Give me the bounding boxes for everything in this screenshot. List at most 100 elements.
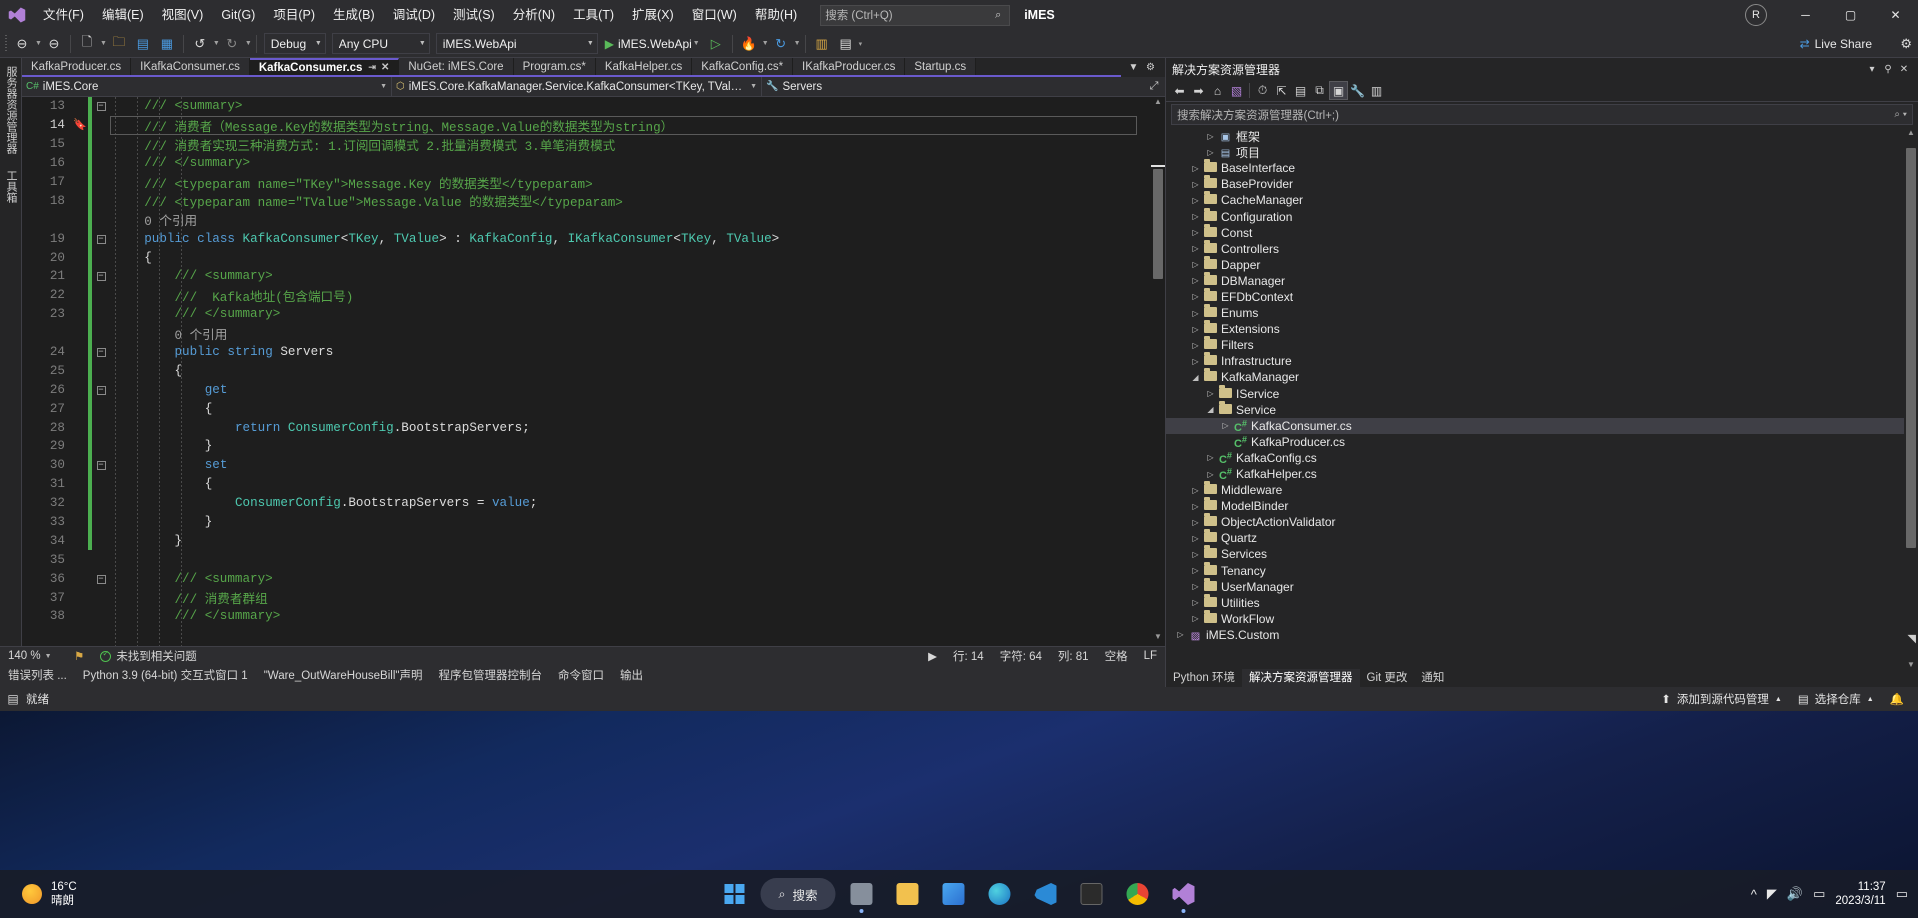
navigate-backward-button[interactable]: ⊖ [10,32,34,56]
terminal-button[interactable] [1072,872,1112,916]
tab-list-dropdown-icon[interactable]: ▼ [1125,62,1142,73]
navigate-forward-button[interactable]: ⊖ [42,32,66,56]
tree-item-service[interactable]: ◢ Service [1166,400,1904,418]
notifications-button[interactable]: 🔔 [1882,687,1912,711]
start-without-debugging-button[interactable]: ▷ [704,32,728,56]
chrome-button[interactable] [1118,872,1158,916]
server-explorer-tab[interactable]: 服务器资源管理器 [0,58,22,162]
startup-project-dropdown[interactable]: iMES.WebApi ▼ [435,33,598,54]
type-dropdown[interactable]: ⬡ iMES.Core.KafkaManager.Service.KafkaCo… [392,77,762,96]
panel-menu-icon[interactable]: ▾ [1864,64,1880,75]
member-dropdown[interactable]: 🔧 Servers [762,77,1143,96]
code-line[interactable]: 27 { [22,399,1165,419]
open-file-button[interactable]: 🗀 [107,32,131,56]
code-line[interactable]: 17 /// <typeparam name="TKey">Message.Ke… [22,172,1165,192]
tree-item-iservice[interactable]: ▷ IService [1166,384,1904,402]
bottom-dock-tab-4[interactable]: 命令窗口 [550,665,612,687]
tree-item-controllers[interactable]: ▷ Controllers [1166,239,1904,257]
editor-tab-4[interactable]: Program.cs* [513,58,596,75]
code-line[interactable]: 13 − /// <summary> [22,97,1165,116]
tree-item-baseinterface[interactable]: ▷ BaseInterface [1166,159,1904,176]
tree-item-usermanager[interactable]: ▷ UserManager [1166,577,1904,595]
editor-tab-8[interactable]: Startup.cs [905,58,977,75]
chevron-collapsed-icon[interactable]: ▷ [1189,276,1202,285]
menu-item-5[interactable]: 生成(B) [324,0,384,30]
close-button[interactable]: ✕ [1873,0,1918,30]
code-line[interactable]: 30 − set [22,455,1165,475]
battery-icon[interactable]: ▭ [1813,886,1825,902]
code-line[interactable]: 15 /// 消费者实现三种消费方式: 1.订阅回调模式 2.批量消费模式 3.… [22,134,1165,154]
se-bottom-tab-2[interactable]: Git 更改 [1360,669,1415,687]
solution-platform-dropdown[interactable]: Any CPU ▼ [331,33,430,54]
chevron-collapsed-icon[interactable]: ▷ [1189,534,1202,543]
scroll-up-icon[interactable]: ▲ [1151,97,1165,111]
chevron-collapsed-icon[interactable]: ▷ [1219,437,1232,446]
editor-tab-1[interactable]: IKafkaConsumer.cs [131,58,250,75]
chevron-collapsed-icon[interactable]: ▷ [1189,228,1202,237]
chevron-collapsed-icon[interactable]: ▷ [1189,502,1202,511]
toolbar-grip[interactable] [3,34,10,53]
code-line[interactable]: 19 − public class KafkaConsumer<TKey, TVa… [22,229,1165,249]
editor-scroll-thumb[interactable] [1153,169,1163,279]
chevron-collapsed-icon[interactable]: ▷ [1189,180,1202,189]
collapse-region-icon[interactable]: − [92,234,110,244]
code-line[interactable]: 37 /// 消费者群组 [22,588,1165,608]
code-line[interactable]: 20 { [22,248,1165,268]
visual-studio-button[interactable] [1164,872,1204,916]
view-code-icon[interactable]: ▥ [1367,81,1386,100]
chevron-collapsed-icon[interactable]: ▷ [1189,550,1202,559]
tree-item-dapper[interactable]: ▷ Dapper [1166,255,1904,273]
tree-item-utilities[interactable]: ▷ Utilities [1166,593,1904,611]
code-line[interactable]: 35 [22,550,1165,569]
tree-item-tenancy[interactable]: ▷ Tenancy [1166,561,1904,579]
tree-item--[interactable]: ▷ ▤ 项目 [1166,144,1904,160]
hot-reload-button[interactable]: 🔥 [737,32,761,56]
scroll-down-icon[interactable]: ▼ [1151,632,1165,646]
vs-sync-icon[interactable]: ▧ [1227,81,1246,100]
code-line[interactable]: 23 /// </summary> [22,304,1165,324]
menu-item-9[interactable]: 工具(T) [564,0,623,30]
collapse-region-icon[interactable]: − [92,574,110,584]
account-avatar[interactable]: R [1745,4,1767,26]
collapse-region-icon[interactable]: − [92,385,110,395]
tree-item-filters[interactable]: ▷ Filters [1166,336,1904,353]
menu-item-4[interactable]: 项目(P) [264,0,324,30]
bottom-dock-tab-5[interactable]: 输出 [612,665,651,687]
menu-item-7[interactable]: 测试(S) [444,0,504,30]
se-bottom-tab-3[interactable]: 通知 [1414,669,1451,687]
edge-button[interactable] [980,872,1020,916]
chevron-collapsed-icon[interactable]: ▷ [1189,357,1202,366]
line-ending-indicator[interactable]: LF [1136,650,1165,662]
code-line[interactable]: 33 } [22,512,1165,532]
chevron-collapsed-icon[interactable]: ▷ [1204,148,1217,157]
scroll-right-icon[interactable]: ▶ [920,649,945,663]
run-caret-icon[interactable]: ▼ [693,40,700,47]
editor-tab-7[interactable]: IKafkaProducer.cs [793,58,906,75]
toolbar-overflow-icon[interactable]: ▾ [859,40,863,48]
code-line[interactable]: 16 /// </summary> [22,153,1165,173]
tree-item-kafkaproducer-cs[interactable]: ▷C#KafkaProducer.cs [1166,434,1904,450]
project-dropdown[interactable]: C# iMES.Core ▼ [22,77,392,96]
task-view-button[interactable] [842,872,882,916]
tree-item-enums[interactable]: ▷ Enums [1166,304,1904,321]
live-share-button[interactable]: ⇄ Live Share [1800,37,1872,51]
tree-item--[interactable]: ▷ ▣ 框架 [1166,128,1904,144]
panel-expand-icon[interactable]: ◥ [1908,632,1916,645]
chevron-collapsed-icon[interactable]: ▷ [1189,309,1202,318]
tree-item-workflow[interactable]: ▷ WorkFlow [1166,609,1904,627]
tree-item-kafkahelper-cs[interactable]: ▷ C# KafkaHelper.cs [1166,466,1904,482]
close-panel-icon[interactable]: ✕ [1896,64,1912,75]
code-line[interactable]: 36 − /// <summary> [22,569,1165,588]
search-icon[interactable]: ⌕ [991,9,1005,22]
chevron-collapsed-icon[interactable]: ▷ [1189,244,1202,253]
bottom-dock-tab-2[interactable]: "Ware_OutWareHouseBill"声明 [256,665,431,687]
code-line[interactable]: 31 { [22,474,1165,494]
menu-item-8[interactable]: 分析(N) [504,0,564,30]
solution-configuration-dropdown[interactable]: Debug ▼ [263,33,326,54]
chevron-collapsed-icon[interactable]: ▷ [1189,598,1202,607]
menu-item-2[interactable]: 视图(V) [153,0,213,30]
code-line[interactable]: 32 ConsumerConfig.BootstrapServers = val… [22,493,1165,513]
show-all-files-icon[interactable]: ▤ [1291,81,1310,100]
feedback-button[interactable]: ⚙ [1900,36,1912,52]
chevron-collapsed-icon[interactable]: ▷ [1189,341,1202,350]
